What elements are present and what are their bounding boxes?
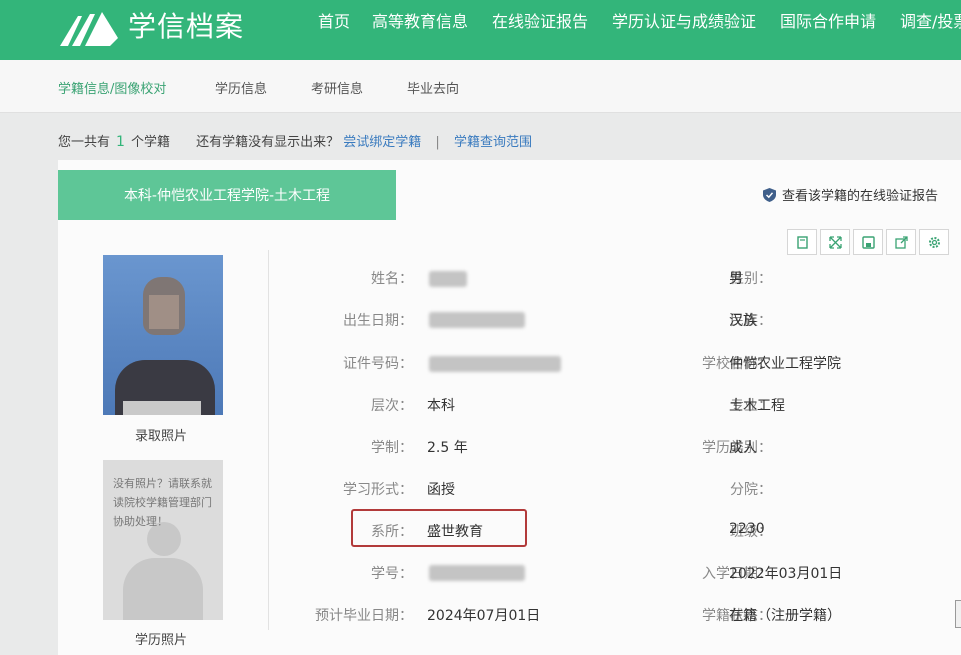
level-label: 层次： xyxy=(371,398,413,414)
birthdate-label: 出生日期： xyxy=(343,313,413,329)
separator: | xyxy=(435,135,440,150)
subnav-degree-info[interactable]: 学历信息 xyxy=(215,78,267,97)
degree-photo-placeholder: 没有照片？请联系就读院校学籍管理部门协助处理！ xyxy=(103,460,223,620)
divider xyxy=(268,250,269,630)
share-icon[interactable] xyxy=(886,229,916,255)
nav-international-application[interactable]: 国际合作申请 xyxy=(780,12,876,32)
major-value: 土木工程 xyxy=(729,398,785,414)
admission-photo-caption: 录取照片 xyxy=(135,429,188,444)
query-scope-link[interactable]: 学籍查询范围 xyxy=(454,131,532,150)
nav-higher-education[interactable]: 高等教育信息 xyxy=(372,12,468,32)
branch-label: 分院： xyxy=(730,482,772,498)
class-value: 2230 xyxy=(729,521,765,537)
missing-question: 还有学籍没有显示出来？ xyxy=(196,135,340,150)
count-prefix: 您一共有 xyxy=(58,135,111,150)
subnav-status-info[interactable]: 学籍信息/图像校对 xyxy=(58,78,166,97)
status-value: 在籍（注册学籍） xyxy=(729,608,841,624)
nav-degree-certification[interactable]: 学历认证与成绩验证 xyxy=(612,12,756,32)
ethnicity-value: 汉族 xyxy=(729,313,757,329)
study-form-label: 学习形式： xyxy=(343,482,413,498)
record-card: 本科-仲恺农业工程学院-土木工程 查看该学籍的在线验证报告 录取照片 没有照片？… xyxy=(58,160,961,655)
duration-value: 2.5 年 xyxy=(427,440,468,456)
duration-label: 学制： xyxy=(371,440,413,456)
name-value-redacted xyxy=(429,271,467,287)
expand-icon[interactable] xyxy=(820,229,850,255)
subnav-graduation-destination[interactable]: 毕业去向 xyxy=(407,78,459,97)
record-count: 1 xyxy=(116,134,125,150)
department-highlight-box xyxy=(351,509,527,547)
sub-nav-bar: 学籍信息/图像校对 学历信息 考研信息 毕业去向 xyxy=(0,60,961,113)
settings-icon[interactable] xyxy=(919,229,949,255)
gender-value: 男 xyxy=(729,271,743,287)
level-value: 本科 xyxy=(427,398,455,414)
record-count-line: 您一共有 1 个学籍 还有学籍没有显示出来？ 尝试绑定学籍 | 学籍查询范围 xyxy=(58,131,532,150)
shield-icon xyxy=(763,187,776,202)
book-icon[interactable] xyxy=(787,229,817,255)
count-suffix: 个学籍 xyxy=(130,135,170,150)
subnav-postgrad-info[interactable]: 考研信息 xyxy=(311,78,363,97)
no-photo-note: 没有照片？请联系就读院校学籍管理部门协助处理！ xyxy=(113,477,212,528)
brand-title[interactable]: 学信档案 xyxy=(128,10,244,44)
student-id-label: 学号： xyxy=(371,566,413,582)
name-label: 姓名： xyxy=(371,271,413,287)
expected-graduation-label: 预计毕业日期： xyxy=(315,608,413,624)
enrollment-date-value: 2022年03月01日 xyxy=(729,566,843,582)
study-form-value: 函授 xyxy=(427,482,455,498)
save-icon[interactable] xyxy=(853,229,883,255)
nav-survey[interactable]: 调查/投票 xyxy=(900,12,961,32)
verify-report-link[interactable]: 查看该学籍的在线验证报告 xyxy=(763,185,938,204)
bind-record-link[interactable]: 尝试绑定学籍 xyxy=(343,131,421,150)
school-name-value: 仲恺农业工程学院 xyxy=(729,356,841,372)
record-tab[interactable]: 本科-仲恺农业工程学院-土木工程 xyxy=(58,170,396,220)
side-scroll-handle[interactable] xyxy=(955,600,961,628)
student-id-value-redacted xyxy=(429,565,525,581)
birthdate-value-redacted xyxy=(429,312,525,328)
admission-photo xyxy=(103,255,223,415)
degree-category-value: 成人 xyxy=(729,440,757,456)
nav-online-verification[interactable]: 在线验证报告 xyxy=(492,12,588,32)
id-number-label: 证件号码： xyxy=(343,356,413,372)
toolbar xyxy=(787,229,949,255)
expected-graduation-value: 2024年07月01日 xyxy=(427,608,541,624)
top-nav-bar: 学信档案 首页 高等教育信息 在线验证报告 学历认证与成绩验证 国际合作申请 调… xyxy=(0,0,961,60)
verify-report-label: 查看该学籍的在线验证报告 xyxy=(782,189,939,204)
degree-photo-caption: 学历照片 xyxy=(135,633,188,648)
nav-home[interactable]: 首页 xyxy=(318,12,350,32)
logo-icon[interactable] xyxy=(58,8,120,48)
id-number-value-redacted xyxy=(429,356,561,372)
